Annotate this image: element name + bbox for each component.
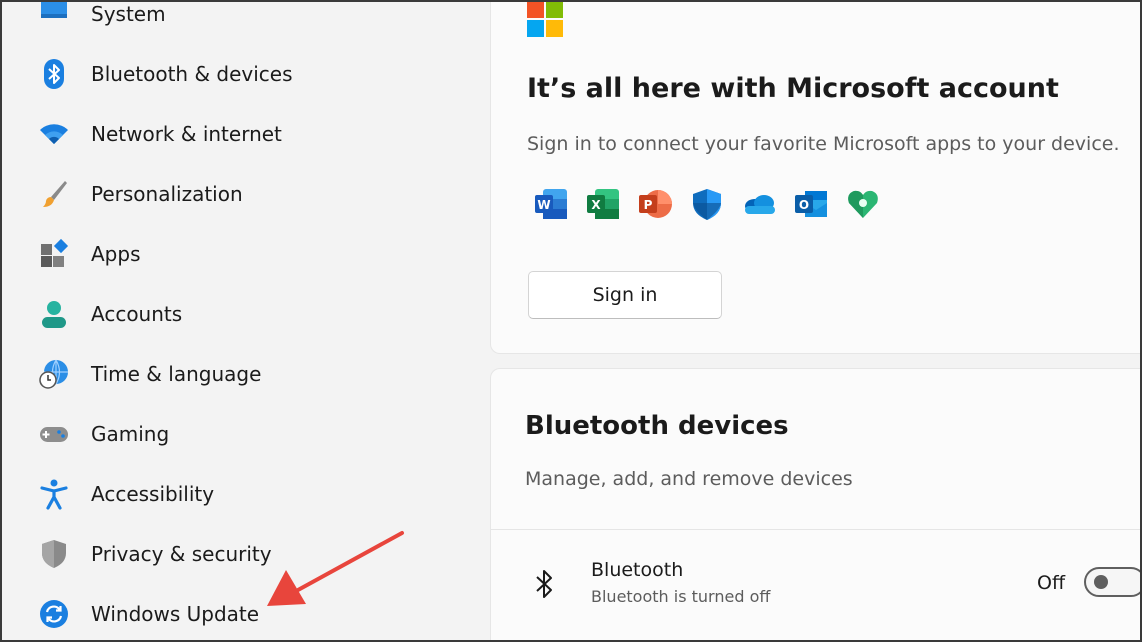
sidebar-item-accounts[interactable]: Accounts [36,294,456,334]
sidebar-item-label: Accounts [91,302,183,326]
svg-text:W: W [537,198,550,212]
outlook-icon: O [793,186,829,222]
sidebar-item-label: Apps [91,242,141,266]
sidebar-item-label: System [91,2,166,26]
sync-icon [36,596,72,632]
shield-icon [36,536,72,572]
gamepad-icon [36,416,72,452]
accessibility-icon [36,476,72,512]
sign-in-button[interactable]: Sign in [528,271,722,319]
sidebar-item-label: Network & internet [91,122,282,146]
sidebar-item-bluetooth-devices[interactable]: Bluetooth & devices [36,54,456,94]
word-icon: W [533,186,569,222]
bluetooth-icon [536,570,552,598]
bluetooth-devices-card: Bluetooth devices Manage, add, and remov… [490,368,1142,642]
excel-icon: X [585,186,621,222]
sidebar-item-label: Bluetooth & devices [91,62,293,86]
bluetooth-toggle[interactable] [1084,567,1142,597]
sidebar-item-system[interactable]: System [36,0,456,34]
powerpoint-icon: P [637,186,673,222]
sidebar-item-label: Personalization [91,182,243,206]
monitor-icon [36,0,72,32]
apps-icon [36,236,72,272]
sidebar-item-label: Time & language [91,362,262,386]
sidebar-item-gaming[interactable]: Gaming [36,414,456,454]
sidebar-item-label: Privacy & security [91,542,272,566]
divider [491,529,1142,530]
sidebar-item-personalization[interactable]: Personalization [36,174,456,214]
microsoft-account-title: It’s all here with Microsoft account [527,73,1059,104]
microsoft-logo-icon [527,1,563,37]
family-icon [845,186,881,222]
sidebar-item-privacy-security[interactable]: Privacy & security [36,534,456,574]
sidebar-item-label: Gaming [91,422,170,446]
svg-text:O: O [799,198,809,212]
paintbrush-icon [36,176,72,212]
sidebar-item-label: Accessibility [91,482,215,506]
microsoft-account-card: It’s all here with Microsoft account Sig… [490,0,1142,354]
microsoft-apps-row: W X P O [533,186,897,222]
svg-text:P: P [644,198,653,212]
settings-sidebar: System Bluetooth & devices Network & int… [0,0,478,642]
svg-text:X: X [591,198,601,212]
bluetooth-devices-title: Bluetooth devices [525,411,789,441]
bluetooth-row-status: Bluetooth is turned off [591,587,771,606]
sidebar-item-windows-update[interactable]: Windows Update [36,594,456,634]
defender-icon [689,186,725,222]
sidebar-item-accessibility[interactable]: Accessibility [36,474,456,514]
globe-clock-icon [36,356,72,392]
microsoft-account-subtitle: Sign in to connect your favorite Microso… [527,133,1120,155]
sidebar-item-time-language[interactable]: Time & language [36,354,456,394]
bluetooth-toggle-label: Off [1037,572,1066,594]
sidebar-item-network-internet[interactable]: Network & internet [36,114,456,154]
sidebar-item-apps[interactable]: Apps [36,234,456,274]
bluetooth-row-title: Bluetooth [591,559,684,581]
sidebar-item-label: Windows Update [91,602,260,626]
wifi-icon [36,116,72,152]
bluetooth-icon [36,56,72,92]
bluetooth-devices-subtitle: Manage, add, and remove devices [525,468,853,490]
onedrive-icon [741,186,777,222]
person-icon [36,296,72,332]
toggle-knob [1094,575,1108,589]
